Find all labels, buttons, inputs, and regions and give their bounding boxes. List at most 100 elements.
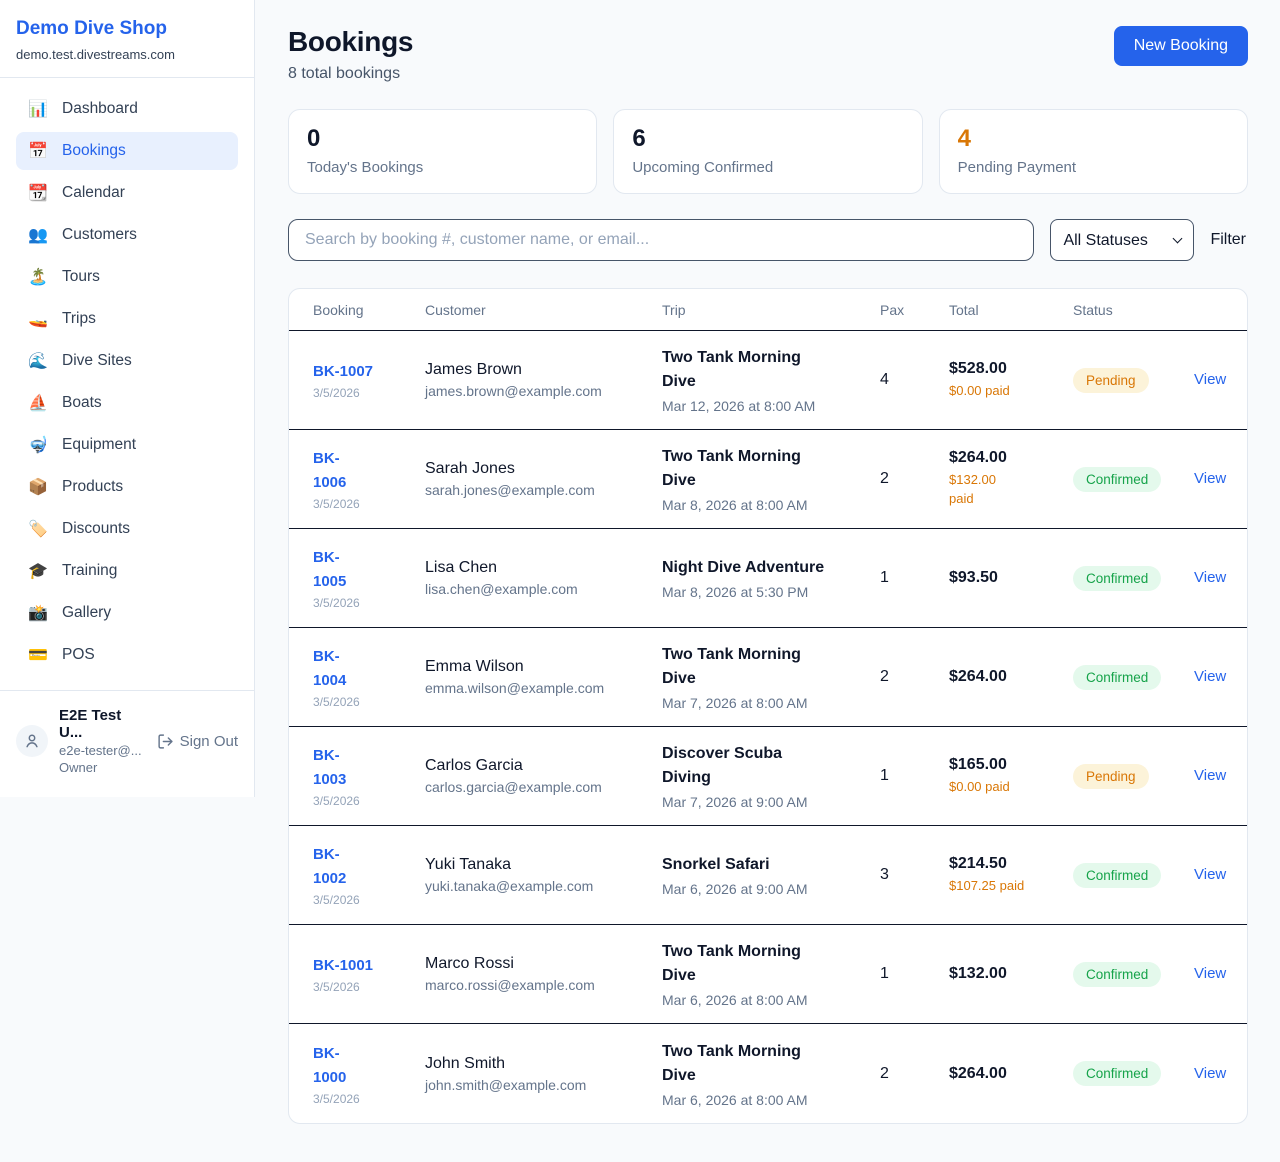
page-header: Bookings 8 total bookings New Booking (288, 26, 1248, 83)
sidebar-item-equipment[interactable]: 🤿 Equipment (16, 426, 238, 464)
sidebar-item-boats[interactable]: ⛵ Boats (16, 384, 238, 422)
customer-name: Yuki Tanaka (425, 856, 652, 874)
shop-name: Demo Dive Shop (16, 18, 238, 40)
status-cell: Confirmed (1073, 962, 1194, 987)
table-row: BK- 1003 3/5/2026 Carlos Garcia carlos.g… (289, 727, 1247, 826)
app-root: Demo Dive Shop demo.test.divestreams.com… (0, 0, 1280, 1153)
view-link[interactable]: View (1194, 866, 1226, 883)
total-amount: $132.00 (949, 965, 1063, 983)
trip-name: Two Tank Morning Dive (662, 346, 870, 394)
paid-amount: $0.00 paid (949, 778, 1063, 797)
sidebar-item-training[interactable]: 🎓 Training (16, 552, 238, 590)
status-select[interactable]: All Statuses (1050, 219, 1194, 261)
sidebar-item-tours[interactable]: 🏝️ Tours (16, 258, 238, 296)
customer-email: john.smith@example.com (425, 1077, 652, 1093)
view-cell: View (1194, 371, 1236, 389)
customer-cell: Lisa Chen lisa.chen@example.com (425, 559, 662, 597)
view-cell: View (1194, 965, 1236, 983)
camera-icon: 📸 (28, 603, 48, 623)
sidebar-item-calendar[interactable]: 📆 Calendar (16, 174, 238, 212)
booking-cell: BK- 1004 3/5/2026 (313, 645, 425, 709)
customer-cell: Emma Wilson emma.wilson@example.com (425, 658, 662, 696)
booking-cell: BK- 1005 3/5/2026 (313, 546, 425, 610)
avatar (16, 725, 48, 757)
view-link[interactable]: View (1194, 371, 1226, 388)
booking-id-link[interactable]: BK-1007 (313, 360, 373, 384)
sidebar-item-trips[interactable]: 🚤 Trips (16, 300, 238, 338)
status-cell: Confirmed (1073, 1061, 1194, 1086)
booking-cell: BK-1007 3/5/2026 (313, 360, 425, 400)
customer-cell: John Smith john.smith@example.com (425, 1055, 662, 1093)
sidebar-item-label: Discounts (62, 520, 130, 538)
table-row: BK- 1002 3/5/2026 Yuki Tanaka yuki.tanak… (289, 826, 1247, 925)
booking-date: 3/5/2026 (313, 1092, 415, 1106)
booking-date: 3/5/2026 (313, 596, 415, 610)
booking-date: 3/5/2026 (313, 695, 415, 709)
sidebar-item-discounts[interactable]: 🏷️ Discounts (16, 510, 238, 548)
total-cell: $264.00 (949, 1065, 1073, 1083)
booking-id-link[interactable]: BK- 1005 (313, 546, 346, 594)
sidebar-item-label: Calendar (62, 184, 125, 202)
booking-cell: BK- 1006 3/5/2026 (313, 447, 425, 511)
stat-value: 4 (958, 125, 1229, 153)
view-link[interactable]: View (1194, 569, 1226, 586)
booking-id-link[interactable]: BK- 1002 (313, 843, 346, 891)
booking-cell: BK- 1003 3/5/2026 (313, 744, 425, 808)
trip-name: Two Tank Morning Dive (662, 445, 870, 493)
graduation-cap-icon: 🎓 (28, 561, 48, 581)
booking-cell: BK- 1002 3/5/2026 (313, 843, 425, 907)
view-link[interactable]: View (1194, 668, 1226, 685)
sidebar-item-products[interactable]: 📦 Products (16, 468, 238, 506)
busts-icon: 👥 (28, 225, 48, 245)
trip-cell: Two Tank Morning Dive Mar 8, 2026 at 8:0… (662, 445, 880, 513)
status-badge: Confirmed (1073, 566, 1161, 591)
sign-out-button[interactable]: Sign Out (157, 733, 238, 750)
column-header-trip: Trip (662, 302, 880, 318)
trip-cell: Night Dive Adventure Mar 8, 2026 at 5:30… (662, 556, 880, 600)
total-amount: $264.00 (949, 1065, 1063, 1083)
view-link[interactable]: View (1194, 1065, 1226, 1082)
filter-button[interactable]: Filter (1210, 231, 1248, 249)
paid-amount: $0.00 paid (949, 382, 1063, 401)
person-icon (23, 732, 41, 750)
customer-email: carlos.garcia@example.com (425, 779, 652, 795)
total-amount: $214.50 (949, 855, 1063, 873)
sidebar-item-dashboard[interactable]: 📊 Dashboard (16, 90, 238, 128)
diving-mask-icon: 🤿 (28, 435, 48, 455)
user-email: e2e-tester@... (59, 743, 146, 758)
sidebar-item-label: Gallery (62, 604, 111, 622)
booking-id-link[interactable]: BK- 1006 (313, 447, 346, 495)
new-booking-button[interactable]: New Booking (1114, 26, 1248, 66)
booking-id-link[interactable]: BK- 1000 (313, 1042, 346, 1090)
pax-count: 3 (880, 866, 949, 884)
stat-card: 0 Today's Bookings (288, 109, 597, 194)
sidebar-item-dive-sites[interactable]: 🌊 Dive Sites (16, 342, 238, 380)
trip-datetime: Mar 8, 2026 at 5:30 PM (662, 584, 870, 600)
customer-cell: Sarah Jones sarah.jones@example.com (425, 460, 662, 498)
sidebar-item-customers[interactable]: 👥 Customers (16, 216, 238, 254)
booking-id-link[interactable]: BK- 1004 (313, 645, 346, 693)
calendar-icon: 📅 (28, 141, 48, 161)
column-header-total: Total (949, 302, 1073, 318)
sidebar-item-pos[interactable]: 💳 POS (16, 636, 238, 674)
booking-date: 3/5/2026 (313, 893, 415, 907)
sidebar-item-label: Dashboard (62, 100, 138, 118)
booking-id-link[interactable]: BK- 1003 (313, 744, 346, 792)
sidebar-item-label: Dive Sites (62, 352, 132, 370)
sidebar-item-label: Tours (62, 268, 100, 286)
trip-cell: Two Tank Morning Dive Mar 6, 2026 at 8:0… (662, 1040, 880, 1108)
booking-id-link[interactable]: BK-1001 (313, 954, 373, 978)
sidebar-item-gallery[interactable]: 📸 Gallery (16, 594, 238, 632)
view-link[interactable]: View (1194, 470, 1226, 487)
view-link[interactable]: View (1194, 965, 1226, 982)
trip-datetime: Mar 8, 2026 at 8:00 AM (662, 497, 870, 513)
total-amount: $93.50 (949, 569, 1063, 587)
column-header-pax: Pax (880, 302, 949, 318)
search-input[interactable] (288, 219, 1034, 261)
user-info: E2E Test U... e2e-tester@... Owner (59, 707, 146, 775)
pax-count: 2 (880, 470, 949, 488)
view-link[interactable]: View (1194, 767, 1226, 784)
sidebar-item-bookings[interactable]: 📅 Bookings (16, 132, 238, 170)
status-cell: Confirmed (1073, 665, 1194, 690)
status-badge: Pending (1073, 764, 1149, 789)
